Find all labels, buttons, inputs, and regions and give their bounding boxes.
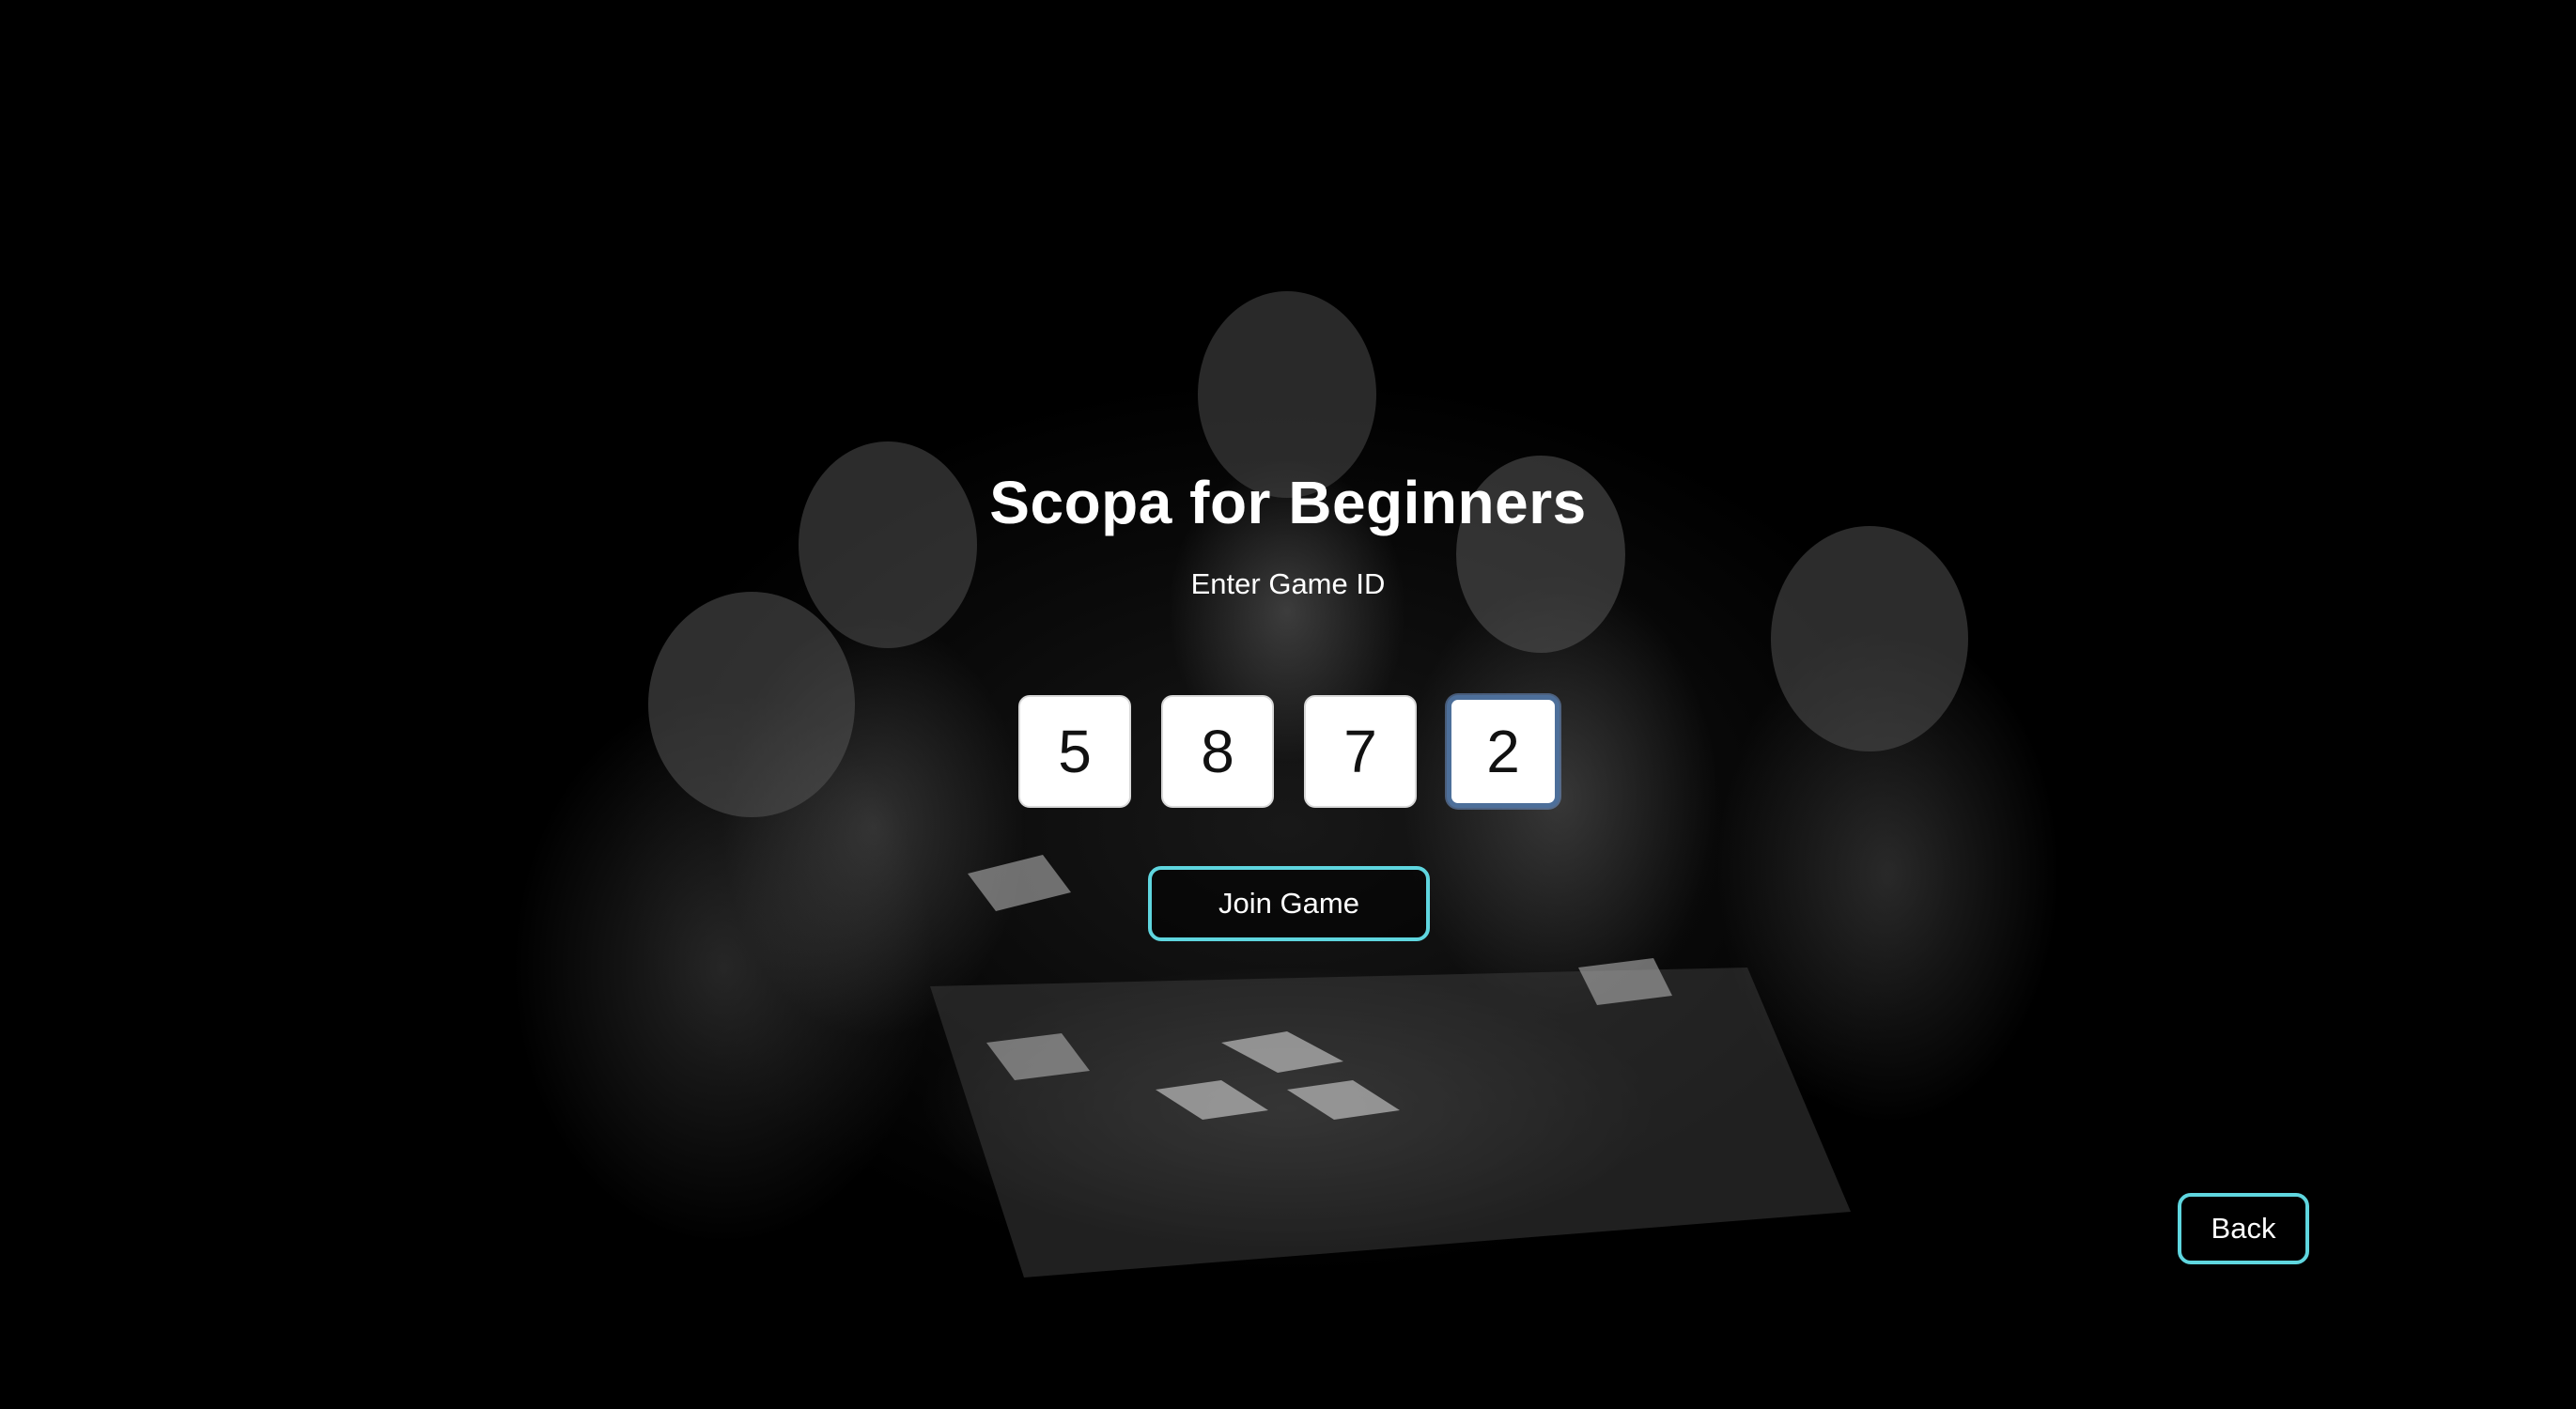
back-button[interactable]: Back [2178,1193,2309,1264]
game-id-inputs [1018,695,1560,808]
game-id-digit-1[interactable] [1018,695,1131,808]
game-id-label: Enter Game ID [1190,567,1386,600]
statue-head [1771,526,1968,751]
game-id-digit-3[interactable] [1304,695,1417,808]
game-id-digit-2[interactable] [1161,695,1274,808]
table-shape [930,968,1851,1277]
page-title: Scopa for Beginners [989,469,1587,536]
statue-head [1198,291,1376,498]
game-id-digit-4[interactable] [1447,695,1560,808]
join-game-button[interactable]: Join Game [1148,866,1430,941]
hand-cards [968,855,1071,911]
statue-head [648,592,855,817]
game-screen: Scopa for Beginners Enter Game ID Join G… [0,0,2576,1409]
